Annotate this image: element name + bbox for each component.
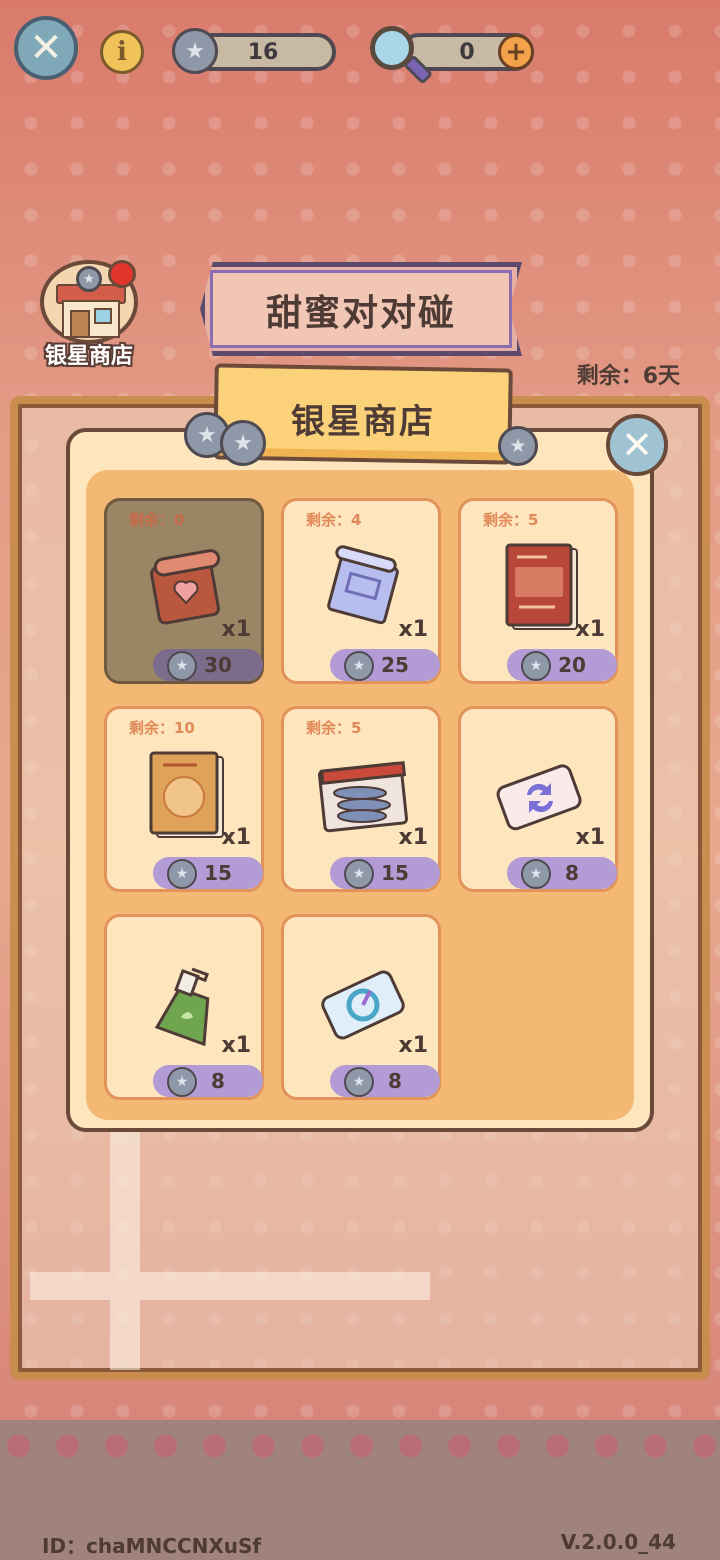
item-price: 8: [565, 861, 579, 885]
item-price: 15: [381, 861, 409, 885]
silver-star-coin-icon: ★: [521, 651, 551, 681]
silver-star-coin-icon: ★: [167, 1067, 197, 1097]
shop-button-label: 银星商店: [44, 344, 133, 369]
close-icon: ✕: [29, 25, 63, 71]
shop-window: [94, 308, 112, 324]
player-id: ID：chaMNCCNXuSf: [42, 1534, 262, 1558]
silver-star-coin-icon: ★: [344, 651, 374, 681]
shop-door: [70, 310, 90, 336]
item-price: 30: [204, 653, 232, 677]
item-quantity: x1: [398, 1033, 429, 1058]
spray-bottle-icon: [154, 967, 210, 1047]
item-stock: 剩余：10: [129, 719, 195, 737]
shop-item-card[interactable]: 剩余：5 x1 15 ★: [281, 706, 441, 892]
shop-item-card[interactable]: x1 8 ★: [104, 914, 264, 1100]
close-button[interactable]: ✕: [14, 16, 78, 80]
shop-item-card[interactable]: x1 8 ★: [458, 706, 618, 892]
shop-item-card[interactable]: 剩余：10 x1 15 ★: [104, 706, 264, 892]
event-remaining-days: 剩余：6天: [576, 364, 680, 389]
add-magnifier-button[interactable]: +: [498, 34, 534, 70]
orange-recipe-book-icon: [149, 751, 224, 838]
magnifier-count: 0: [459, 39, 475, 65]
shop-item-card[interactable]: 剩余：5 x1 20 ★: [458, 498, 618, 684]
version-label: V.2.0.0_44: [560, 1530, 676, 1554]
item-stock: 剩余：5: [306, 719, 362, 737]
shop-item-card[interactable]: 剩余：4 x1 25 ★: [281, 498, 441, 684]
item-stock: 剩余：5: [483, 511, 539, 529]
silver-star-coin-icon: ★: [498, 426, 538, 466]
shuffle-card-icon: [496, 764, 582, 831]
item-stock: 剩余：4: [306, 511, 362, 529]
magnifier-icon: [370, 26, 414, 70]
silver-star-coin-icon: ★: [344, 1067, 374, 1097]
silver-star-coin-icon: ★: [167, 859, 197, 889]
item-price: 8: [211, 1069, 225, 1093]
event-title: 甜蜜对对碰: [265, 293, 456, 334]
sardine-tray-icon: [318, 761, 408, 833]
item-quantity: x1: [221, 1033, 252, 1058]
item-quantity: x1: [575, 825, 606, 850]
item-price: 25: [381, 653, 409, 677]
info-icon: i: [117, 37, 127, 67]
shop-item-card[interactable]: x1 8 ★: [281, 914, 441, 1100]
waffle-decoration: [30, 1130, 430, 1370]
item-quantity: x1: [221, 617, 252, 642]
item-stock: 剩余：0: [129, 511, 185, 529]
info-button[interactable]: i: [100, 30, 144, 74]
blueprint-scroll-icon: [327, 545, 399, 625]
item-price: 8: [388, 1069, 402, 1093]
target-card-icon: [321, 970, 405, 1040]
item-quantity: x1: [575, 617, 606, 642]
close-shop-button[interactable]: ✕: [606, 414, 668, 476]
silver-star-coin-icon: ★: [521, 859, 551, 889]
silver-star-count: 16: [247, 39, 279, 65]
red-recipe-book-icon: [505, 543, 578, 630]
silver-star-coin-icon: ★: [172, 28, 218, 74]
notification-badge: [108, 260, 136, 288]
item-quantity: x1: [221, 825, 252, 850]
silver-star-coin-icon: ★: [344, 859, 374, 889]
shop-item-card[interactable]: 剩余：0 x1 30 ★: [104, 498, 264, 684]
item-quantity: x1: [398, 825, 429, 850]
item-price: 20: [558, 653, 586, 677]
silver-star-coin-icon: ★: [220, 420, 266, 466]
close-icon: ✕: [621, 423, 653, 467]
bottom-dots-decoration: [0, 1428, 720, 1464]
item-price: 15: [204, 861, 232, 885]
item-quantity: x1: [398, 617, 429, 642]
silver-star-coin-icon: ★: [167, 651, 197, 681]
heart-scroll-icon: [150, 549, 221, 625]
shop-star-coin-icon: ★: [76, 266, 102, 292]
